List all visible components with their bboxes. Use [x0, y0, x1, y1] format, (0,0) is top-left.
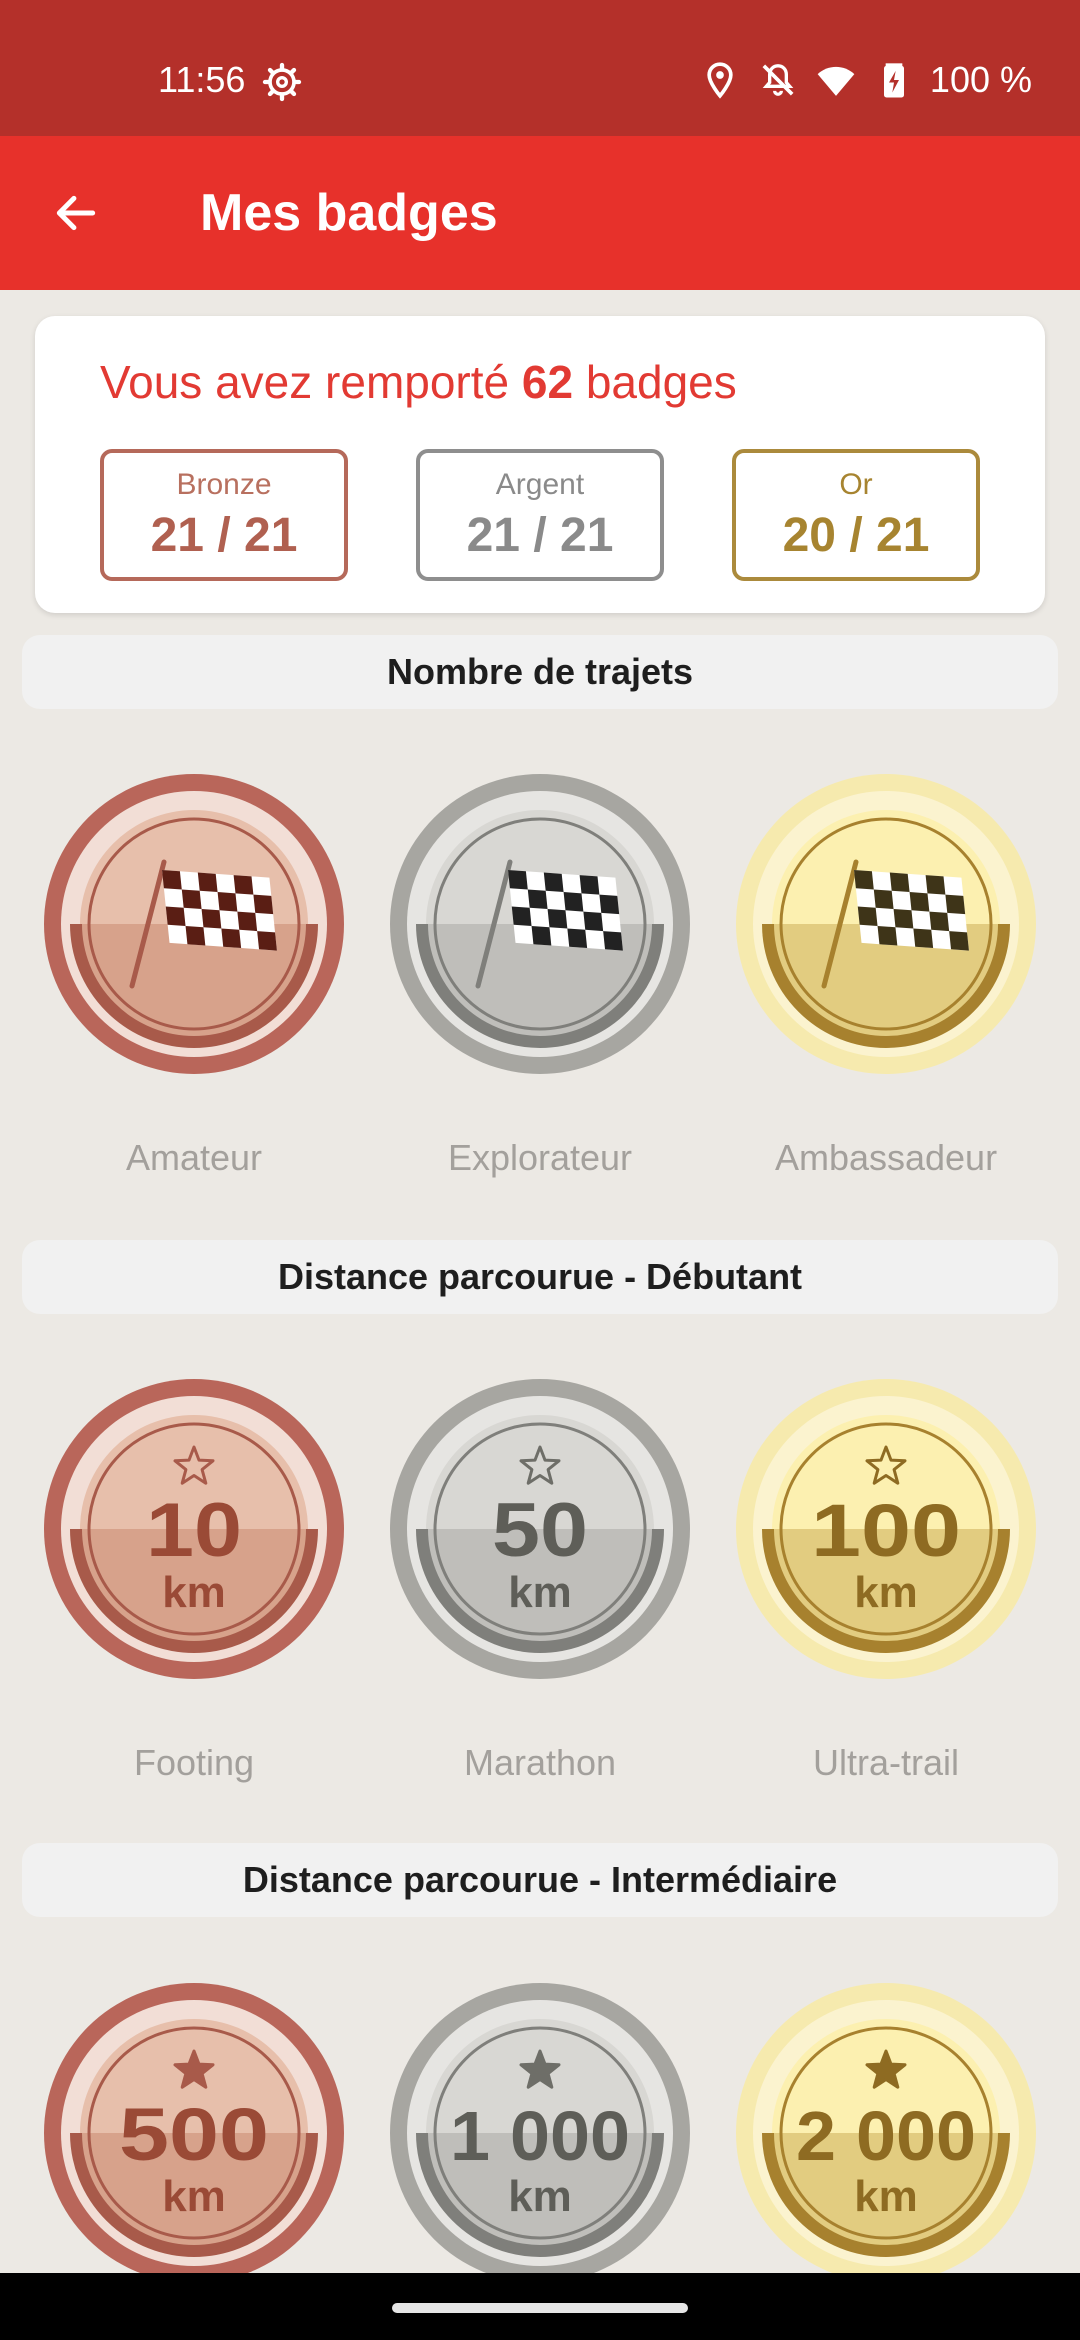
home-gesture-handle[interactable]: [392, 2303, 688, 2313]
checkered-flag-icon: [854, 870, 969, 951]
section-header-trips: Nombre de trajets: [22, 635, 1058, 709]
badge-distance-unit: km: [508, 2172, 572, 2221]
tier-label: Argent: [495, 468, 585, 501]
badge-distance-unit: km: [162, 1568, 226, 1617]
medal-graphic: 100km: [736, 1379, 1036, 1679]
wifi-icon: [817, 66, 855, 96]
tier-bronze-box: Bronze 21 / 21: [100, 449, 348, 581]
page-title: Mes badges: [200, 184, 498, 242]
medal-graphic: [736, 774, 1036, 1074]
tier-silver-box: Argent 21 / 21: [416, 449, 664, 581]
back-button[interactable]: [36, 173, 116, 253]
battery-charging-icon: [883, 63, 904, 98]
badge-distance-unit: km: [854, 1568, 918, 1617]
tier-label: Bronze: [176, 468, 272, 501]
settings-gear-icon: [262, 62, 302, 102]
badge-distance-value: 2 000: [796, 2097, 976, 2175]
badge-label: Ultra-trail: [812, 1742, 959, 1783]
tier-label: Or: [839, 468, 873, 501]
medal-graphic: [44, 774, 344, 1074]
badge-500-km[interactable]: 500 km: [44, 1983, 344, 2283]
badge-distance-value: 500: [119, 2093, 269, 2176]
badge-label: Marathon: [463, 1742, 617, 1783]
badge-explorateur[interactable]: [390, 774, 690, 1074]
arrow-left-icon: [56, 195, 96, 231]
badge-distance-value: 100: [811, 1489, 961, 1572]
checkered-flag-icon: [162, 870, 277, 951]
badge-label: Explorateur: [447, 1137, 633, 1178]
badge-distance-value: 1 000: [450, 2097, 630, 2175]
badge-marathon[interactable]: 50 km: [390, 1379, 690, 1679]
badge-label: Footing: [133, 1742, 255, 1783]
section-header-distance-beginner: Distance parcourue - Débutant: [22, 1240, 1058, 1314]
tier-count: 21 / 21: [150, 509, 298, 562]
location-pin-icon: [707, 62, 733, 99]
badge-2000-km[interactable]: 2 000 km: [736, 1983, 1036, 2283]
medal-graphic: 500km: [44, 1983, 344, 2283]
status-bar: 11:56 100 %: [0, 0, 1080, 136]
medal-graphic: 10km: [44, 1379, 344, 1679]
bell-off-icon: [762, 64, 794, 96]
badge-distance-unit: km: [508, 1568, 572, 1617]
badge-amateur[interactable]: [44, 774, 344, 1074]
badge-distance-value: 10: [146, 1488, 242, 1573]
medal-graphic: 50km: [390, 1379, 690, 1679]
badges-summary-card: Vous avez remporté 62 badges Bronze 21 /…: [35, 316, 1045, 613]
badge-label: Ambassadeur: [774, 1137, 998, 1178]
checkered-flag-icon: [508, 870, 623, 951]
medal-graphic: 1 000km: [390, 1983, 690, 2283]
badge-ultra-trail[interactable]: 100 km: [736, 1379, 1036, 1679]
badge-footing[interactable]: 10 km: [44, 1379, 344, 1679]
badge-distance-value: 50: [492, 1488, 588, 1573]
badge-ambassadeur[interactable]: [736, 774, 1036, 1074]
badge-1000-km[interactable]: 1 000 km: [390, 1983, 690, 2283]
badges-won-count: 62: [521, 356, 574, 408]
medal-graphic: [390, 774, 690, 1074]
tier-count: 21 / 21: [466, 509, 614, 562]
badges-won-text: Vous avez remporté 62 badges: [100, 356, 737, 408]
medal-graphic: 2 000km: [736, 1983, 1036, 2283]
battery-percent: 100 %: [929, 59, 1032, 100]
app-bar: Mes badges: [0, 136, 1080, 290]
section-header-distance-intermediate: Distance parcourue - Intermédiaire: [22, 1843, 1058, 1917]
tier-count: 20 / 21: [782, 509, 930, 562]
badge-label: Amateur: [125, 1137, 263, 1178]
badge-distance-unit: km: [162, 2172, 226, 2221]
tier-gold-box: Or 20 / 21: [732, 449, 980, 581]
badge-distance-unit: km: [854, 2172, 918, 2221]
system-navigation-bar: [0, 2273, 1080, 2340]
status-time: 11:56: [158, 59, 246, 100]
